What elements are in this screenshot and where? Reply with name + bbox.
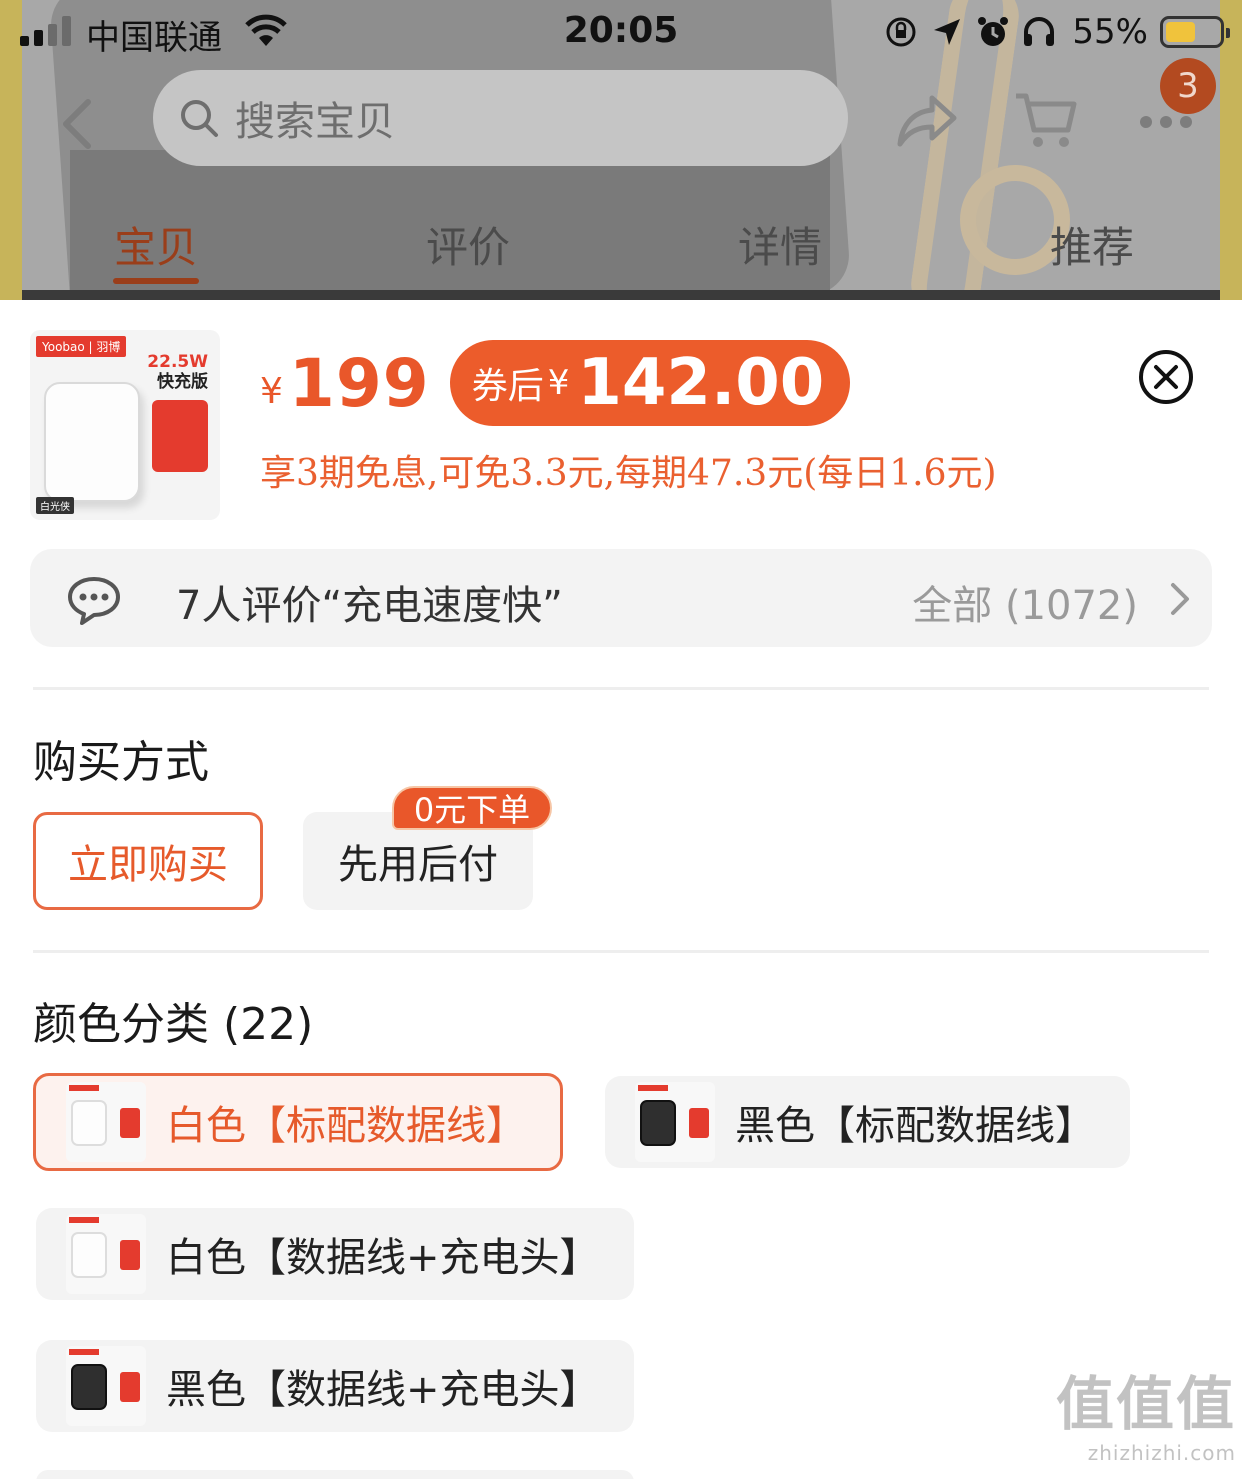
tab-reviews[interactable]: 评价 [368,214,568,275]
watermark-logo: 值值值 [1055,1370,1236,1438]
tab-recommend[interactable]: 推荐 [992,214,1192,275]
sku-thumbnail [66,1346,146,1426]
watermark-url: zhizhizhi.com [1087,1441,1236,1465]
coupon-price-value: 142.00 [577,346,825,420]
sku-label: 黑色【数据线+充电头】 [166,1367,600,1413]
cart-icon[interactable] [1014,90,1078,150]
battery-level-fill [1166,22,1195,42]
divider [33,950,1209,953]
battery-percent: 55% [1072,12,1148,52]
sku-selection-sheet: Yoobao | 羽博 22.5W 快充版 白光侠 ¥ 199 券后 ¥ 142… [0,300,1242,1479]
sku-thumbnail [635,1082,715,1162]
alarm-icon [976,15,1010,49]
orientation-lock-icon [884,15,918,49]
coupon-label: 券后 [471,366,544,407]
product-tabs: 宝贝 评价 详情 推荐 [0,214,1242,294]
close-button[interactable] [1139,350,1193,404]
cart-count-badge: 3 [1160,58,1216,114]
divider [33,687,1209,690]
buy-now-option[interactable]: 立即购买 [33,812,263,910]
price-currency: ¥ [260,370,283,412]
sku-label: 黑色【标配数据线】 [735,1103,1095,1149]
back-icon[interactable] [58,98,98,150]
gift-cable-illustration [152,400,208,472]
power-bank-illustration [44,382,140,502]
sku-thumbnail [66,1214,146,1294]
sku-option-partial [36,1470,634,1479]
status-bar: 中国联通 20:05 55% [0,0,1242,66]
sku-option-white-standard-cable[interactable]: 白色【标配数据线】 [33,1073,563,1171]
tab-item[interactable]: 宝贝 [56,214,256,275]
sku-thumbnail [66,1082,146,1162]
pay-later-promo-badge: 0元下单 [392,786,552,830]
more-icon[interactable] [1140,116,1192,128]
chevron-right-icon [1171,583,1189,615]
site-watermark: 值值值 zhizhizhi.com [1056,1357,1236,1465]
purchase-method-title: 购买方式 [33,737,209,788]
coupon-currency: ¥ [547,363,570,403]
coupon-price-pill: 券后 ¥ 142.00 [449,340,851,426]
headphones-icon [1022,15,1056,49]
share-icon[interactable] [896,94,958,148]
price-value: 199 [288,344,430,422]
close-icon [1154,365,1178,389]
review-highlight: 7人评价“充电速度快” [176,583,563,629]
product-thumbnail[interactable]: Yoobao | 羽博 22.5W 快充版 白光侠 [30,330,220,520]
comment-bubble-icon [68,577,120,625]
sku-label: 白色【标配数据线】 [166,1103,526,1149]
thumbnail-spec: 22.5W 快充版 [147,352,208,392]
search-input[interactable]: 搜索宝贝 [153,70,848,166]
header-backdrop: 中国联通 20:05 55% 搜索宝贝 3 宝贝 评价 详情 推荐 [0,0,1242,300]
thumbnail-brand-label: Yoobao | 羽博 [36,336,127,357]
review-all-count[interactable]: 全部 (1072) [912,573,1138,631]
price-row: ¥ 199 券后 ¥ 142.00 [260,340,851,426]
sku-option-black-cable-charger[interactable]: 黑色【数据线+充电头】 [36,1340,634,1432]
status-indicators: 55% [884,12,1230,52]
sku-label: 白色【数据线+充电头】 [166,1235,600,1281]
installment-info: 享3期免息,可免3.3元,每期47.3元(每日1.6元) [260,453,997,494]
review-summary-bar[interactable]: 7人评价“充电速度快” 全部 (1072) [30,549,1212,647]
location-arrow-icon [930,15,964,49]
thumbnail-variant-tag: 白光侠 [36,497,74,514]
search-placeholder: 搜索宝贝 [235,99,395,145]
sku-option-black-standard-cable[interactable]: 黑色【标配数据线】 [605,1076,1130,1168]
sku-option-white-cable-charger[interactable]: 白色【数据线+充电头】 [36,1208,634,1300]
battery-icon [1160,16,1230,48]
active-tab-indicator [113,278,199,284]
color-category-title: 颜色分类 (22) [33,999,314,1050]
search-icon [181,100,218,137]
tab-details[interactable]: 详情 [680,214,880,275]
